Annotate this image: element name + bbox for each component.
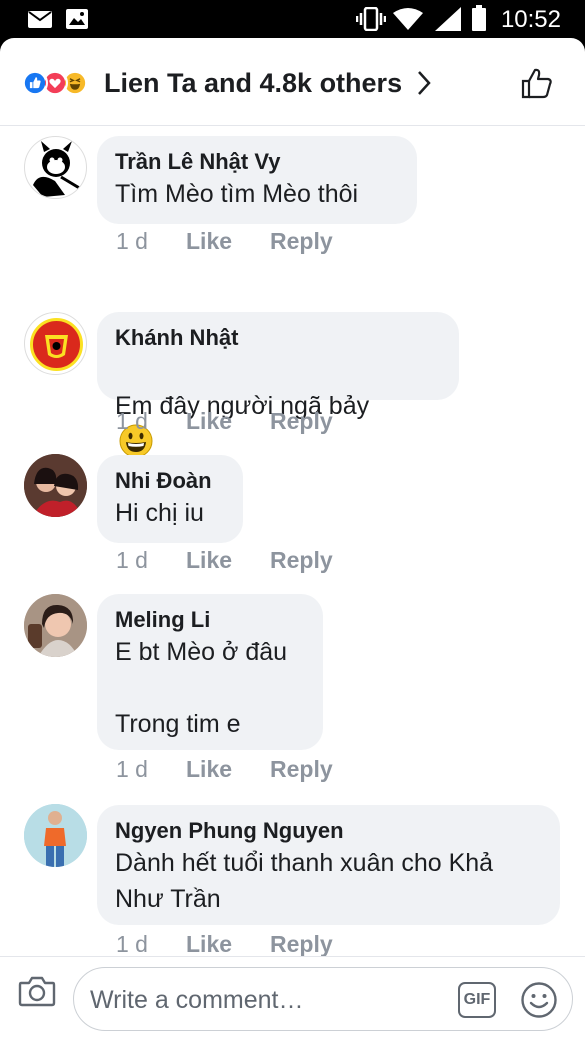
comment-input-container[interactable]: GIF (73, 967, 573, 1031)
like-button-icon[interactable] (520, 66, 554, 100)
comment-meta: 1 d Like Reply (116, 228, 371, 255)
avatar[interactable] (24, 804, 87, 867)
wifi-icon (393, 8, 423, 30)
comment-author[interactable]: Nhi Đoàn (115, 467, 225, 495)
comment-meta: 1 d Like Reply (116, 931, 371, 956)
comment-meta: 1 d Like Reply (116, 408, 371, 435)
avatar[interactable] (24, 594, 87, 657)
photo-avatar (24, 594, 87, 657)
comment-composer: GIF (0, 956, 585, 1039)
comment-age: 1 d (116, 756, 148, 782)
comment-text: Hi chị iu (115, 499, 204, 527)
gif-button[interactable]: GIF (458, 982, 496, 1018)
comment-bubble[interactable]: Trần Lê Nhật Vy Tìm Mèo tìm Mèo thôi (97, 136, 417, 224)
comment-bubble[interactable]: Meling Li E bt Mèo ở đâu Trong tim e (97, 594, 323, 750)
comment-bubble[interactable]: Nhi Đoàn Hi chị iu (97, 455, 243, 543)
emoji-picker-icon[interactable] (520, 981, 558, 1019)
like-reaction-icon (22, 70, 48, 96)
comment-author[interactable]: Meling Li (115, 606, 305, 634)
reply-link[interactable]: Reply (270, 931, 333, 956)
comment-text: E bt Mèo ở đâu Trong tim e (115, 638, 288, 738)
comment-author[interactable]: Khánh Nhật (115, 324, 441, 352)
comments-panel: Lien Ta and 4.8k others Trần Lê Nhật Vy … (0, 38, 585, 1039)
battery-icon (472, 5, 486, 31)
photo-avatar (24, 804, 87, 867)
avatar[interactable] (24, 136, 87, 199)
comment-bubble[interactable]: Ngyen Phung Nguyen Dành hết tuổi thanh x… (97, 805, 560, 925)
comment-input[interactable] (90, 980, 430, 1020)
camera-icon[interactable] (18, 975, 56, 1007)
comment-author[interactable]: Trần Lê Nhật Vy (115, 148, 399, 176)
like-link[interactable]: Like (186, 756, 232, 783)
comment-text-row: Em đây người ngã bảy (115, 352, 441, 461)
reactions-header[interactable]: Lien Ta and 4.8k others (0, 38, 585, 126)
reply-link[interactable]: Reply (270, 756, 333, 783)
status-bar: 10:52 (0, 0, 585, 38)
reply-link[interactable]: Reply (270, 547, 333, 574)
comment-meta: 1 d Like Reply (116, 547, 371, 574)
comments-list[interactable]: Trần Lê Nhật Vy Tìm Mèo tìm Mèo thôi 1 d… (0, 126, 585, 956)
like-link[interactable]: Like (186, 547, 232, 574)
comment-author[interactable]: Ngyen Phung Nguyen (115, 817, 542, 845)
like-link[interactable]: Like (186, 931, 232, 956)
reply-link[interactable]: Reply (270, 228, 333, 255)
reaction-icons (22, 70, 102, 96)
avatar[interactable] (24, 454, 87, 517)
comment-age: 1 d (116, 408, 148, 434)
mail-icon (28, 11, 52, 28)
comment-age: 1 d (116, 228, 148, 254)
avatar[interactable] (24, 312, 87, 375)
cat-cartoon-avatar (33, 141, 82, 197)
clock: 10:52 (500, 6, 561, 33)
like-link[interactable]: Like (186, 408, 232, 435)
image-icon (66, 9, 88, 29)
reactions-summary[interactable]: Lien Ta and 4.8k others (104, 68, 402, 99)
comment-age: 1 d (116, 931, 148, 956)
comment-age: 1 d (116, 547, 148, 573)
chevron-right-icon[interactable] (416, 70, 432, 96)
signal-icon (435, 7, 461, 31)
like-link[interactable]: Like (186, 228, 232, 255)
reply-link[interactable]: Reply (270, 408, 333, 435)
comment-text: Tìm Mèo tìm Mèo thôi (115, 180, 359, 208)
comment-bubble[interactable]: Khánh Nhật Em đây người ngã bảy (97, 312, 459, 458)
comment-text: Dành hết tuổi thanh xuân cho Khả Như Trầ… (115, 849, 494, 913)
club-crest-avatar (30, 318, 83, 371)
photo-avatar (24, 454, 87, 517)
comment-meta: 1 d Like Reply (116, 756, 371, 783)
vibrate-icon (356, 7, 386, 31)
